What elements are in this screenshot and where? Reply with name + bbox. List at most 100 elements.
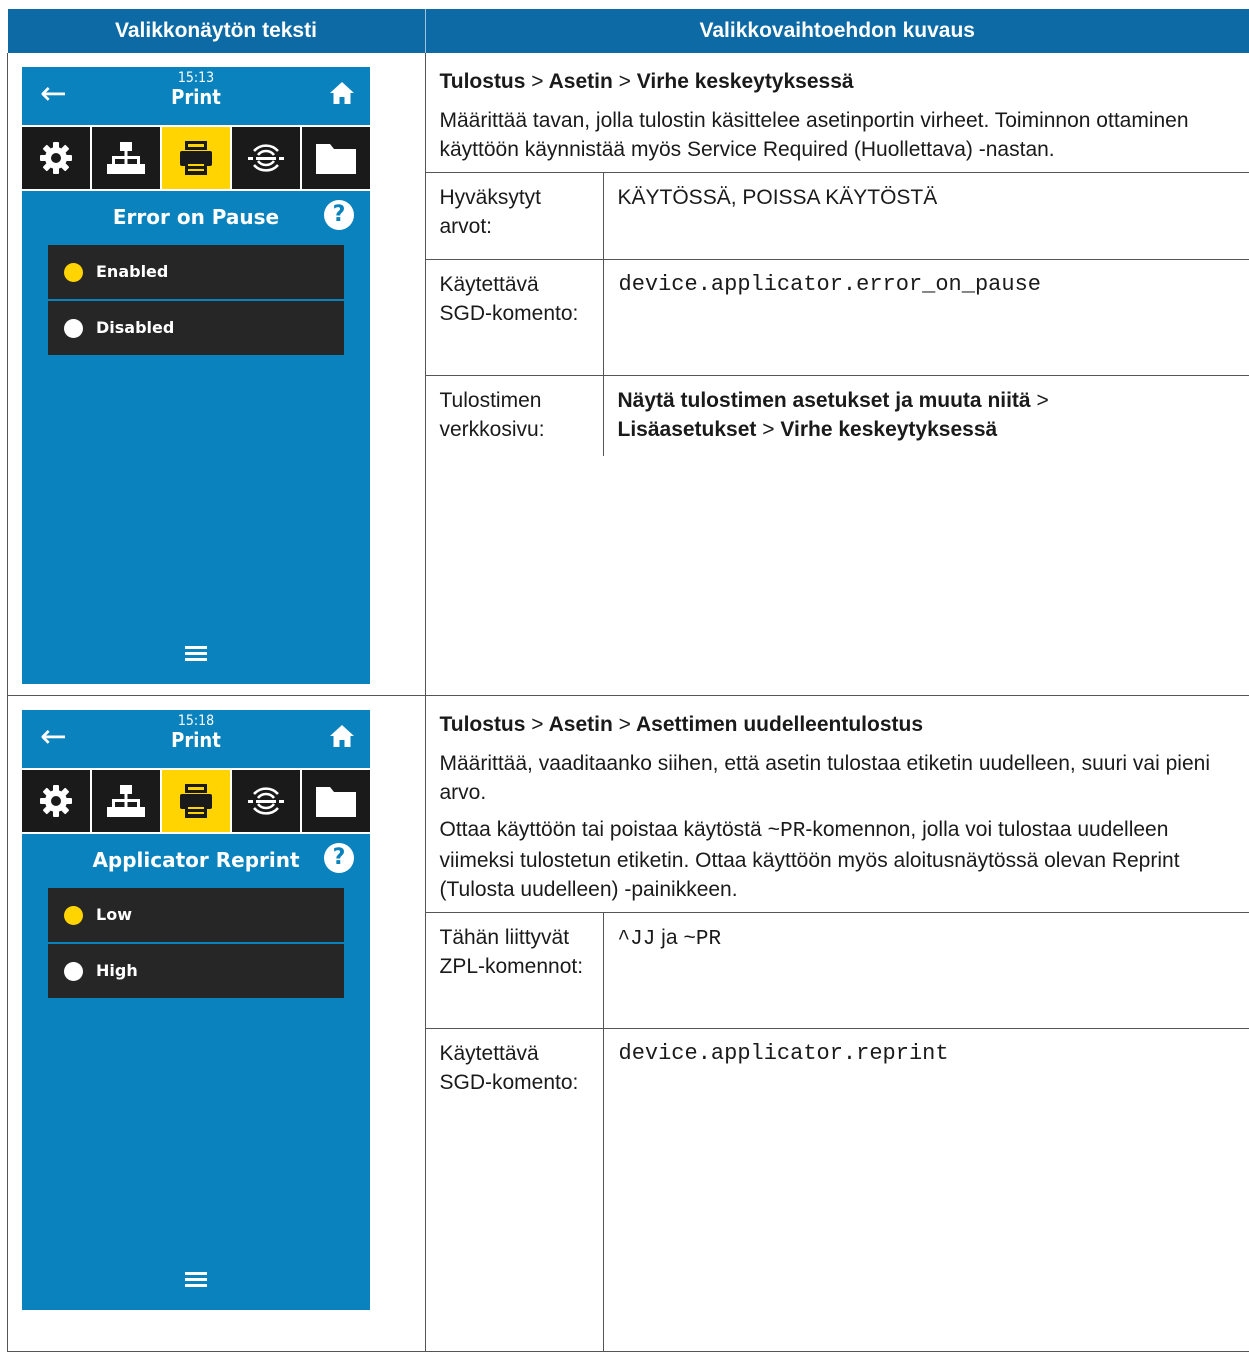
menu-path: Tulostus > Asetin > Asettimen uudelleent… [440, 710, 1238, 739]
tab-rfid[interactable] [232, 770, 300, 832]
screen-title: Applicator Reprint [22, 848, 370, 872]
path-part: Asettimen uudelleentulostus [636, 713, 923, 736]
screen-title-bar: Error on Pause ? [22, 191, 370, 241]
description-cell: Tulostus > Asetin > Virhe keskeytyksessä… [425, 53, 1249, 695]
gear-icon [36, 781, 76, 821]
path-separator: > [619, 713, 631, 736]
description-cell: Tulostus > Asetin > Asettimen uudelleent… [425, 695, 1249, 1351]
inline-code: ~PR [683, 928, 721, 951]
folder-icon [314, 781, 358, 821]
text-fragment: ja [655, 926, 683, 949]
property-label: Tähän liittyvät ZPL-komennot: [426, 912, 604, 1028]
path-separator: > [762, 418, 774, 441]
sgd-command: device.applicator.reprint [603, 1028, 1249, 1351]
hamburger-menu-icon[interactable] [185, 646, 207, 660]
inline-code: ~PR [768, 820, 806, 843]
path-part: Asetin [549, 70, 613, 93]
tab-print[interactable] [162, 770, 230, 832]
property-row: Käytettävä SGD-komento: device.applicato… [426, 260, 1249, 376]
tab-network[interactable] [92, 770, 160, 832]
tab-rfid[interactable] [232, 127, 300, 189]
tab-settings[interactable] [22, 127, 90, 189]
clock-time: 15:18 [22, 713, 370, 729]
radio-selected-icon [64, 906, 83, 925]
screen-topbar: ← 15:13 Print [22, 67, 370, 125]
radio-unselected-icon [64, 962, 83, 981]
path-separator: > [531, 713, 543, 736]
inline-code: ^JJ [618, 928, 656, 951]
sgd-command: device.applicator.error_on_pause [603, 260, 1249, 376]
path-separator: > [619, 70, 631, 93]
option-label: Low [96, 905, 132, 924]
menu-path: Tulostus > Asetin > Virhe keskeytyksessä [440, 67, 1238, 96]
radio-unselected-icon [64, 319, 83, 338]
menu-reference-table: Valikkonäytön teksti Valikkovaihtoehdon … [7, 9, 1249, 1352]
help-icon[interactable]: ? [324, 200, 354, 230]
hamburger-menu-icon[interactable] [185, 1272, 207, 1286]
property-table: Hyväksytyt arvot: KÄYTÖSSÄ, POISSA KÄYTÖ… [426, 172, 1249, 456]
description-text: Määrittää tavan, jolla tulostin käsittel… [440, 106, 1238, 164]
screen-menu-name: Print [22, 86, 370, 108]
property-row: Käytettävä SGD-komento: device.applicato… [426, 1028, 1249, 1351]
screen-title-bar: Applicator Reprint ? [22, 834, 370, 884]
help-icon[interactable]: ? [324, 843, 354, 873]
tab-storage[interactable] [302, 770, 370, 832]
printer-screen-applicator-reprint: ← 15:18 Print [22, 710, 370, 1310]
property-label: Käytettävä SGD-komento: [426, 260, 604, 376]
printer-screen-error-on-pause: ← 15:13 Print [22, 67, 370, 684]
menu-icon-bar [22, 125, 370, 191]
description-text: Ottaa käyttöön tai poistaa käytöstä ~PR-… [440, 815, 1238, 904]
rfid-icon [246, 781, 286, 821]
tab-print[interactable] [162, 127, 230, 189]
clock-time: 15:13 [22, 70, 370, 86]
option-enabled[interactable]: Enabled [48, 245, 344, 299]
path-separator: > [531, 70, 543, 93]
option-label: Disabled [96, 318, 174, 337]
menu-icon-bar [22, 768, 370, 834]
property-row: Tähän liittyvät ZPL-komennot: ^JJ ja ~PR [426, 912, 1249, 1028]
rfid-icon [246, 138, 286, 178]
printer-icon [176, 781, 216, 821]
web-path-part: Virhe keskeytyksessä [780, 418, 997, 441]
screen-cell: ← 15:18 Print [8, 695, 426, 1351]
home-icon[interactable] [328, 722, 356, 750]
tab-network[interactable] [92, 127, 160, 189]
path-part: Asetin [549, 713, 613, 736]
folder-icon [314, 138, 358, 178]
tab-storage[interactable] [302, 127, 370, 189]
table-row: ← 15:13 Print [8, 53, 1249, 695]
screen-menu-name: Print [22, 729, 370, 751]
option-disabled[interactable]: Disabled [48, 301, 344, 355]
option-list: Low High [48, 888, 344, 998]
option-low[interactable]: Low [48, 888, 344, 942]
screen-clock: 15:18 Print [22, 713, 370, 751]
network-icon [106, 138, 146, 178]
option-label: High [96, 961, 138, 980]
description-text: Määrittää, vaaditaanko siihen, että aset… [440, 749, 1238, 807]
table-header-row: Valikkonäytön teksti Valikkovaihtoehdon … [8, 9, 1249, 53]
header-description: Valikkovaihtoehdon kuvaus [425, 9, 1249, 53]
property-label: Tulostimen verkkosivu: [426, 376, 604, 457]
header-menu-text: Valikkonäytön teksti [8, 9, 426, 53]
path-part: Tulostus [440, 70, 526, 93]
option-list: Enabled Disabled [48, 245, 344, 355]
property-row: Hyväksytyt arvot: KÄYTÖSSÄ, POISSA KÄYTÖ… [426, 173, 1249, 260]
radio-selected-icon [64, 263, 83, 282]
gear-icon [36, 138, 76, 178]
property-label: Hyväksytyt arvot: [426, 173, 604, 260]
web-path-part: Lisäasetukset [618, 418, 757, 441]
screen-cell: ← 15:13 Print [8, 53, 426, 695]
property-table: Tähän liittyvät ZPL-komennot: ^JJ ja ~PR… [426, 912, 1249, 1351]
text-fragment: Ottaa käyttöön tai poistaa käytöstä [440, 818, 768, 841]
home-icon[interactable] [328, 79, 356, 107]
property-value: KÄYTÖSSÄ, POISSA KÄYTÖSTÄ [603, 173, 1249, 260]
option-high[interactable]: High [48, 944, 344, 998]
property-row: Tulostimen verkkosivu: Näytä tulostimen … [426, 376, 1249, 457]
tab-settings[interactable] [22, 770, 90, 832]
web-page-path: Näytä tulostimen asetukset ja muuta niit… [603, 376, 1249, 457]
path-part: Virhe keskeytyksessä [637, 70, 854, 93]
option-label: Enabled [96, 262, 168, 281]
screen-clock: 15:13 Print [22, 70, 370, 108]
path-separator: > [1036, 389, 1048, 412]
property-label: Käytettävä SGD-komento: [426, 1028, 604, 1351]
